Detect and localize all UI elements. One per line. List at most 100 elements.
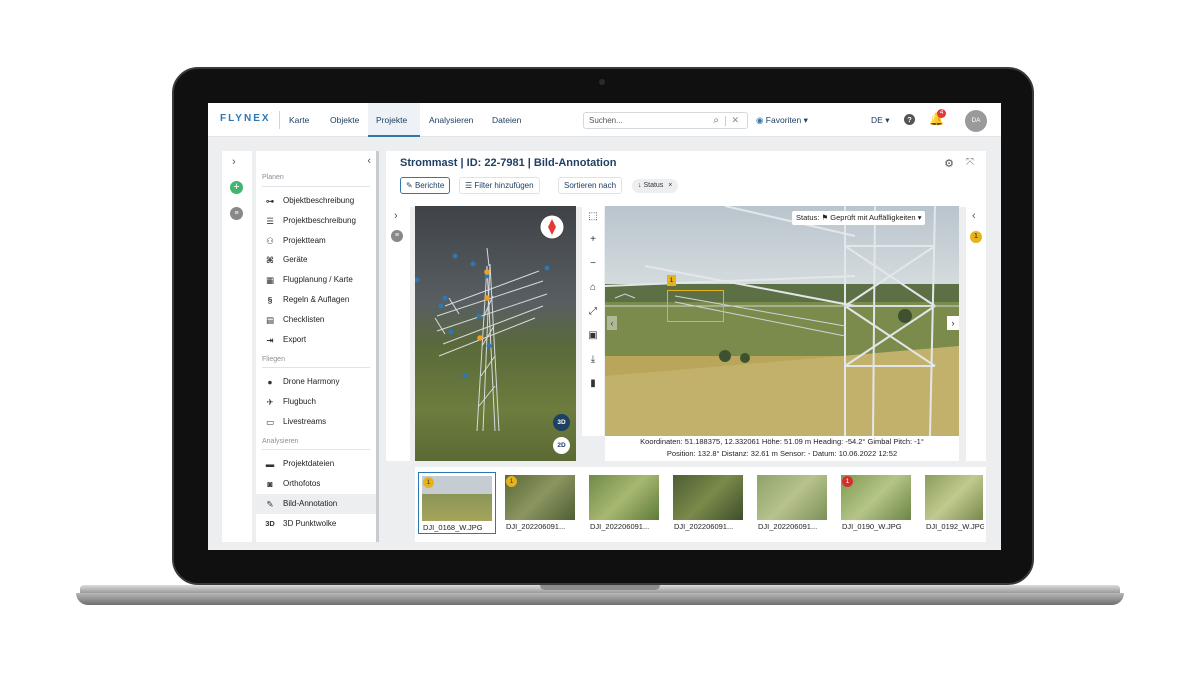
search-input[interactable]: Suchen... ⌕ ✕ (583, 112, 748, 129)
thumbnail-name: DJI_0168_W.JPG (423, 523, 483, 532)
annotation-image[interactable]: Status: ⚑ Geprüft mit Auffälligkeiten ▾ … (605, 206, 959, 436)
menu-item-drone-harmony[interactable]: ● Drone Harmony (256, 372, 376, 392)
fullscreen-icon[interactable]: ⤧ (966, 157, 974, 168)
menu-item-checklisten[interactable]: ▤ Checklisten (256, 310, 376, 330)
favorites-label: Favoriten (765, 115, 802, 125)
thumbnail-name: DJI_202206091... (590, 522, 650, 531)
image-metadata: Koordinaten: 51.188375, 12.332061 Höhe: … (605, 436, 959, 461)
status-dropdown[interactable]: Status: ⚑ Geprüft mit Auffälligkeiten ▾ (792, 211, 926, 225)
menu-item-projektteam[interactable]: ⚇ Projektteam (256, 231, 376, 251)
next-image-icon[interactable]: › (947, 316, 959, 330)
select-area-icon[interactable]: ⬚ (582, 211, 604, 222)
thumbnail[interactable]: DJI_202206091... (586, 472, 664, 534)
thumbnail-name: DJI_202206091... (506, 522, 566, 531)
download-icon[interactable]: ⤓ (582, 354, 604, 365)
menu-item-bild-annotation[interactable]: ✎ Bild-Annotation (256, 494, 376, 514)
favorites-dropdown[interactable]: ◉ Favoriten ▾ (756, 115, 808, 126)
top-navigation-bar: FLYNEX Karte Objekte Projekte Analysiere… (208, 103, 1001, 137)
page-title: Strommast | ID: 22-7981 | Bild-Annotatio… (400, 157, 617, 169)
previous-image-icon[interactable]: ‹ (607, 316, 617, 330)
close-icon[interactable]: × (668, 182, 672, 189)
annotation-count-badge[interactable]: 1 (970, 231, 982, 243)
menu-item-flugbuch[interactable]: ✈ Flugbuch (256, 392, 376, 412)
list-icon[interactable]: ≡ (391, 230, 403, 242)
nav-objekte[interactable]: Objekte (322, 103, 367, 137)
delete-icon[interactable]: ▮ (582, 378, 604, 389)
zoom-out-icon[interactable]: − (582, 258, 604, 269)
clear-icon[interactable]: ✕ (731, 115, 739, 126)
search-icon[interactable]: ⌕ (713, 115, 719, 126)
chevron-right-icon[interactable]: › (394, 210, 398, 222)
menu-item-regeln[interactable]: § Regeln & Auflagen (256, 290, 376, 310)
gear-icon[interactable]: ⚙ (944, 157, 954, 170)
status-filter-chip[interactable]: ↓ Status × (632, 179, 679, 193)
2d-view-button[interactable]: 2D (553, 437, 570, 454)
status-value: Geprüft mit Auffälligkeiten (830, 213, 916, 222)
notification-count-badge: 4 (937, 109, 946, 118)
nav-karte[interactable]: Karte (281, 103, 317, 137)
caret-down-icon: ▾ (917, 213, 922, 222)
menu-item-label: Livestreams (283, 417, 327, 426)
language-selector[interactable]: DE ▾ (871, 115, 889, 126)
section-title-planen: Planen (262, 174, 284, 181)
list-icon: ☰ (266, 216, 274, 226)
reports-button[interactable]: ✎ Berichte (400, 177, 451, 194)
thumbnail-name: DJI_202206091... (758, 522, 818, 531)
laptop-notch (540, 585, 660, 590)
menu-item-projektdateien[interactable]: ▬ Projektdateien (256, 454, 376, 474)
chevron-left-icon[interactable]: ‹ (972, 210, 976, 222)
thumbnail[interactable]: 1 DJI_0190_W.JPG (838, 472, 916, 534)
help-icon[interactable]: ? (904, 114, 915, 125)
main-header-panel: Strommast | ID: 22-7981 | Bild-Annotatio… (386, 151, 986, 207)
thumbnail[interactable]: 1 DJI_202206091... (502, 472, 580, 534)
menu-item-orthofotos[interactable]: ◙ Orthofotos (256, 474, 376, 494)
menu-item-geraete[interactable]: ⌘ Geräte (256, 250, 376, 270)
home-icon[interactable]: ⌂ (582, 282, 604, 293)
menu-item-label: Projektbeschreibung (283, 216, 356, 225)
menu-item-flugplanung[interactable]: ▦ Flugplanung / Karte (256, 270, 376, 290)
3d-model-viewer[interactable]: 3D 2D (415, 206, 576, 461)
caret-down-icon: ▾ (803, 115, 808, 125)
map-icon: ▦ (265, 275, 275, 285)
fit-screen-icon[interactable]: ⤢ (582, 306, 604, 317)
add-filter-button[interactable]: ☰ Filter hinzufügen (459, 177, 540, 194)
thumbnail[interactable]: DJI_202206091... (754, 472, 832, 534)
annotation-number-tag[interactable]: 1 (667, 275, 676, 286)
arrow-down-icon: ↓ (638, 182, 642, 189)
menu-item-3d-punktwolke[interactable]: 3D 3D Punktwolke (256, 514, 376, 534)
menu-item-objektbeschreibung[interactable]: ⊶ Objektbeschreibung (256, 191, 376, 211)
hd-icon[interactable]: ▣ (582, 330, 604, 341)
annotation-bounding-box[interactable] (667, 290, 724, 322)
nav-dateien[interactable]: Dateien (484, 103, 529, 137)
menu-item-livestreams[interactable]: ▭ Livestreams (256, 412, 376, 432)
sort-label: Sortieren nach (564, 181, 617, 190)
menu-item-label: Objektbeschreibung (283, 196, 355, 205)
thumbnail[interactable]: 1 DJI_0168_W.JPG (418, 472, 496, 534)
menu-item-label: 3D Punktwolke (283, 519, 337, 528)
thumbnail[interactable]: DJI_202206091... (670, 472, 748, 534)
menu-item-projektbeschreibung[interactable]: ☰ Projektbeschreibung (256, 211, 376, 231)
camera-icon: ◙ (267, 479, 273, 489)
section-divider (262, 449, 370, 450)
zoom-in-icon[interactable]: + (582, 234, 604, 245)
sort-button[interactable]: Sortieren nach (558, 177, 623, 194)
image-toolbar: ⬚ + − ⌂ ⤢ ▣ ⤓ ▮ (582, 206, 604, 436)
3d-view-button[interactable]: 3D (553, 414, 570, 431)
menu-item-export[interactable]: ⇥ Export (256, 330, 376, 350)
app-screen: FLYNEX Karte Objekte Projekte Analysiere… (208, 103, 1001, 550)
export-icon: ⇥ (266, 335, 274, 345)
menu-scrollbar[interactable] (376, 151, 379, 542)
nav-projekte[interactable]: Projekte (368, 103, 420, 137)
webcam (599, 79, 605, 85)
user-avatar[interactable]: DA (965, 110, 987, 132)
list-icon[interactable]: ≡ (230, 207, 243, 220)
chevron-right-icon[interactable]: › (232, 156, 236, 168)
menu-item-label: Flugbuch (283, 397, 316, 406)
image-filmstrip: 1 DJI_0168_W.JPG 1 DJI_202206091... DJI_… (415, 467, 986, 542)
chevron-left-icon[interactable]: ‹ (367, 155, 371, 167)
add-icon[interactable]: + (230, 181, 243, 194)
thumbnail[interactable]: DJI_0192_W.JPG (922, 472, 984, 534)
nav-analysieren[interactable]: Analysieren (421, 103, 481, 137)
viewer-side-control: › ≡ (386, 206, 410, 461)
flynex-logo[interactable]: FLYNEX (220, 113, 271, 124)
